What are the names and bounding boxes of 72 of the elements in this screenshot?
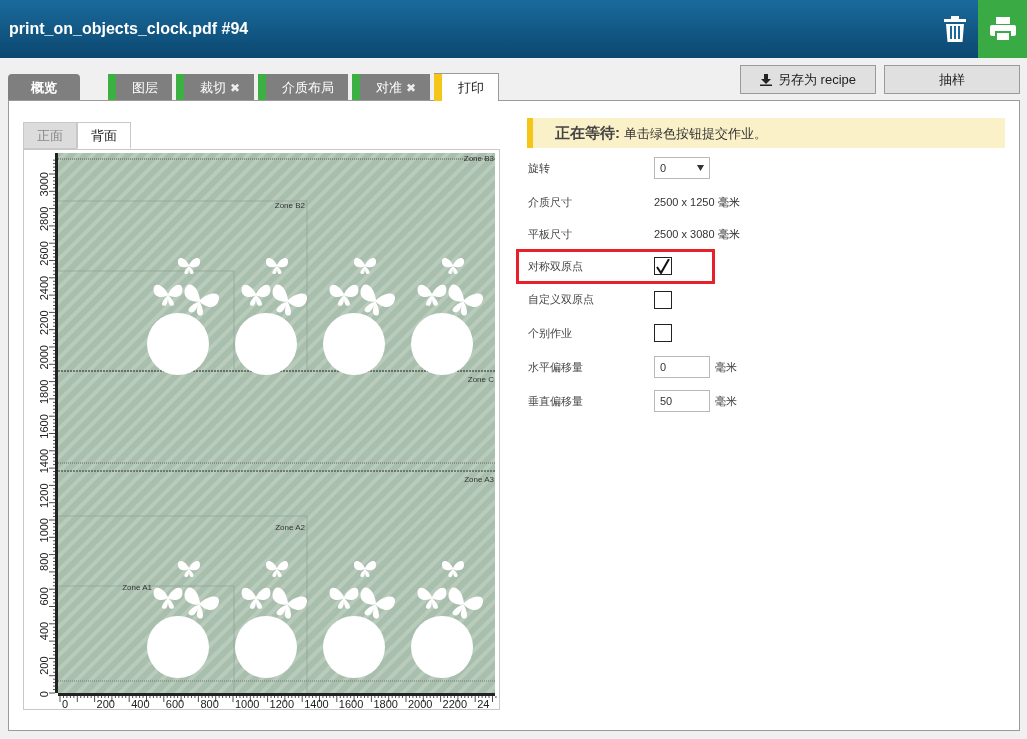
ruler-label: 600 bbox=[165, 698, 185, 709]
rotation-dropdown[interactable]: 0 bbox=[654, 157, 710, 179]
ruler-label: 3000 bbox=[38, 172, 50, 197]
tab[interactable]: 概览 bbox=[8, 74, 80, 101]
ruler-label: 1400 bbox=[38, 448, 50, 474]
ruler-label: 1400 bbox=[304, 698, 329, 709]
setting-label: 自定义双原点 bbox=[528, 292, 595, 308]
setting-label: 平板尺寸 bbox=[528, 226, 573, 242]
tab[interactable]: 介质布局 bbox=[258, 74, 348, 101]
ruler-label: 200 bbox=[96, 698, 115, 709]
tab[interactable]: 裁切 ✖ bbox=[176, 74, 254, 101]
ruler-label: 800 bbox=[38, 552, 50, 571]
offset-field[interactable]: 50 bbox=[654, 390, 710, 412]
ruler-label: 1600 bbox=[338, 698, 364, 709]
ruler-label: 2600 bbox=[38, 241, 50, 266]
ruler-label: 1000 bbox=[235, 698, 260, 709]
setting-label: 垂直偏移量 bbox=[528, 393, 584, 409]
ruler-label: 600 bbox=[38, 587, 50, 606]
side-tab[interactable]: 背面 bbox=[77, 122, 131, 149]
ruler-label: 2200 bbox=[38, 310, 50, 335]
zone-label: Zone A3 bbox=[464, 475, 494, 484]
unit-label: 毫米 bbox=[715, 359, 737, 375]
ruler-label: 200 bbox=[38, 656, 50, 675]
print-button[interactable] bbox=[978, 0, 1027, 58]
unit-label: 毫米 bbox=[715, 393, 737, 409]
ruler-label: 1200 bbox=[38, 483, 50, 508]
delete-icon[interactable] bbox=[944, 16, 966, 42]
zone-label: Zone B3 bbox=[463, 154, 494, 163]
ruler-label: 2400 bbox=[38, 275, 50, 301]
ruler-label: 1800 bbox=[373, 698, 398, 709]
setting-value: 2500 x 1250 毫米 bbox=[654, 194, 740, 210]
tab[interactable]: 对准 ✖ bbox=[352, 74, 430, 101]
ruler-label: 0 bbox=[38, 691, 50, 698]
checkbox[interactable] bbox=[654, 324, 672, 342]
printer-icon bbox=[989, 17, 1016, 41]
zone-label: Zone B2 bbox=[274, 201, 305, 210]
zone-label: Zone A2 bbox=[275, 523, 305, 532]
zone-label: Zone A1 bbox=[122, 583, 152, 592]
tab[interactable]: 打印 bbox=[434, 73, 499, 101]
setting-label: 对称双原点 bbox=[528, 258, 584, 274]
ruler-label: 2000 bbox=[38, 345, 50, 370]
setting-value: 2500 x 3080 毫米 bbox=[654, 226, 740, 242]
action-button[interactable]: 抽样 bbox=[884, 65, 1020, 94]
setting-label: 介质尺寸 bbox=[528, 194, 573, 210]
ruler-label: 2000 bbox=[408, 698, 433, 709]
side-tab[interactable]: 正面 bbox=[23, 122, 77, 149]
window-title: print_on_objects_clock.pdf #94 bbox=[9, 19, 249, 39]
ruler-label: 1800 bbox=[38, 379, 50, 405]
status-message: 正在等待: 单击绿色按钮提交作业。 bbox=[555, 122, 767, 143]
checkbox[interactable] bbox=[654, 257, 672, 275]
ruler-label: 24 bbox=[477, 698, 490, 709]
dropdown-arrow-icon bbox=[697, 165, 704, 171]
ruler-label: 2200 bbox=[442, 698, 468, 709]
ruler-label: 0 bbox=[62, 698, 69, 709]
ruler-label: 2800 bbox=[38, 206, 50, 232]
tab[interactable]: 图层 bbox=[108, 74, 172, 101]
setting-label: 个别作业 bbox=[528, 325, 573, 341]
checkbox[interactable] bbox=[654, 290, 672, 309]
ruler-label: 1000 bbox=[38, 518, 50, 543]
ruler-label: 400 bbox=[38, 621, 50, 641]
zone-label: Zone C bbox=[467, 375, 494, 384]
ruler-label: 1200 bbox=[269, 698, 295, 709]
offset-field[interactable]: 0 bbox=[654, 356, 710, 378]
ruler-label: 1600 bbox=[38, 414, 50, 439]
ruler-label: 400 bbox=[131, 698, 150, 709]
setting-label: 水平偏移量 bbox=[528, 359, 584, 375]
download-icon bbox=[760, 73, 772, 86]
close-icon[interactable]: ✖ bbox=[406, 78, 416, 97]
action-button[interactable]: 另存为 recipe bbox=[740, 65, 876, 94]
close-icon[interactable]: ✖ bbox=[230, 78, 240, 97]
setting-label: 旋转 bbox=[528, 160, 551, 176]
ruler-label: 800 bbox=[200, 698, 219, 709]
